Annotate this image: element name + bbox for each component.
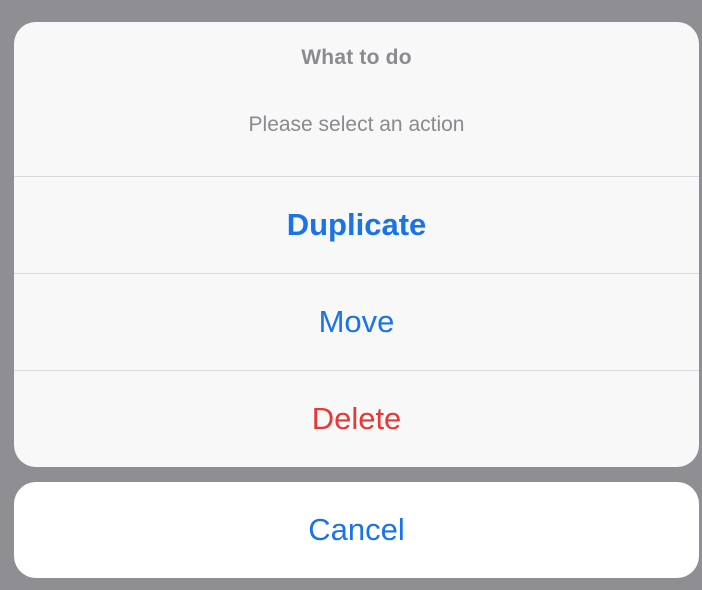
action-sheet-message: Please select an action [248, 113, 465, 136]
action-sheet-header: What to do Please select an action [14, 22, 699, 177]
move-button[interactable]: Move [14, 274, 699, 371]
cancel-button[interactable]: Cancel [14, 482, 699, 578]
duplicate-button[interactable]: Duplicate [14, 177, 699, 274]
action-sheet-title: What to do [301, 46, 412, 69]
delete-button[interactable]: Delete [14, 371, 699, 467]
action-sheet: What to do Please select an action Dupli… [14, 22, 699, 467]
